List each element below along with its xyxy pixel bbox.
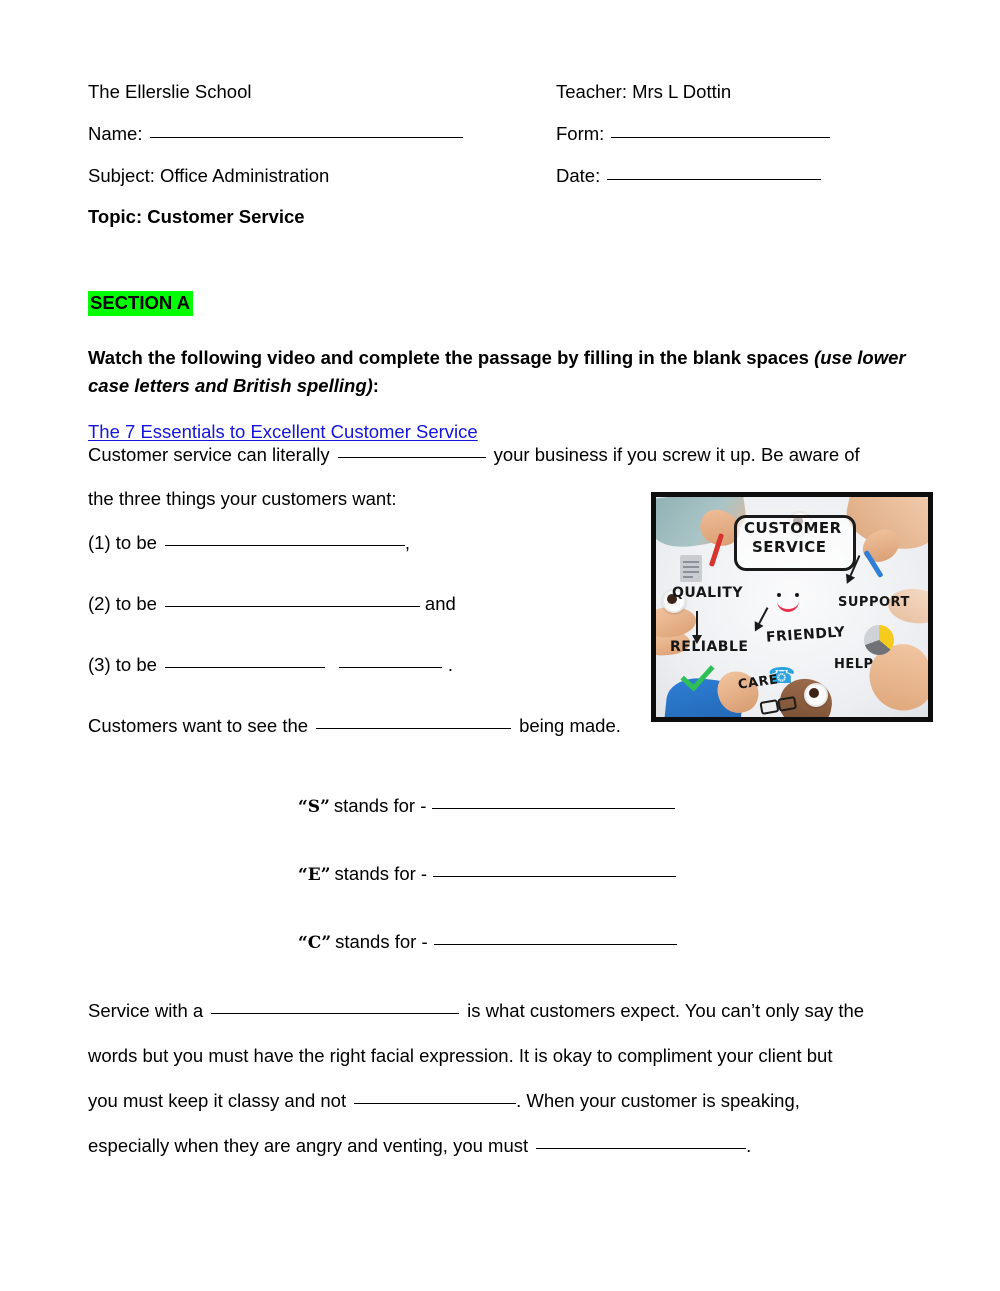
closing-l1-a: Service with a bbox=[88, 1000, 204, 1021]
blank-listen[interactable] bbox=[536, 1148, 747, 1149]
item1-trailing: , bbox=[404, 532, 411, 553]
item2-trailing: and bbox=[424, 593, 456, 614]
item3-label: (3) to be bbox=[88, 654, 157, 675]
passage-line-1: Customer service can literally your busi… bbox=[88, 444, 912, 488]
blank-item-3b[interactable] bbox=[338, 667, 442, 668]
closing-l3-b: . When your customer is speaking, bbox=[516, 1090, 800, 1111]
process-text-a: Customers want to see the bbox=[88, 715, 309, 736]
instructions-text: Watch the following video and complete t… bbox=[88, 344, 908, 399]
acronym-text-c: stands for - bbox=[335, 931, 428, 952]
instructions-tail: : bbox=[372, 374, 379, 396]
smiley-face-icon bbox=[774, 593, 804, 612]
date-label: Date: bbox=[556, 165, 601, 187]
whiteboard-surface: ☎ CUSTOMER SERVICE QUALITY SUPPORT RELIA… bbox=[656, 497, 928, 717]
closing-line-4: especially when they are angry and venti… bbox=[88, 1135, 928, 1180]
blank-acronym-e[interactable] bbox=[433, 876, 677, 877]
topic-text: Topic: Customer Service bbox=[88, 206, 305, 228]
subject-cell: Subject: Office Administration bbox=[88, 164, 556, 187]
document-icon bbox=[680, 555, 702, 582]
photo-word-customer: CUSTOMER bbox=[744, 519, 842, 537]
item2-label: (2) to be bbox=[88, 593, 157, 614]
acronym-row-c: “C” stands for - bbox=[88, 931, 912, 999]
photo-word-reliable: RELIABLE bbox=[670, 639, 749, 655]
process-text-b: being made. bbox=[519, 715, 621, 736]
passage-line1-text-a: Customer service can literally bbox=[88, 444, 330, 465]
header-row-school: The Ellerslie School Teacher: Mrs L Dott… bbox=[88, 80, 912, 103]
date-cell: Date: bbox=[556, 164, 822, 187]
name-label: Name: bbox=[88, 123, 143, 145]
closing-line-1: Service with a is what customers expect.… bbox=[88, 1000, 928, 1045]
coffee-cup-icon bbox=[804, 683, 828, 707]
blank-acronym-s[interactable] bbox=[432, 808, 676, 809]
photo-word-help: HELP bbox=[834, 657, 874, 672]
pie-chart-icon bbox=[864, 625, 894, 655]
blank-process[interactable] bbox=[316, 728, 512, 729]
acronym-block: “S” stands for - “E” stands for - “C” st… bbox=[88, 795, 912, 999]
teacher-name-cell: Teacher: Mrs L Dottin bbox=[556, 80, 731, 103]
section-a-heading: SECTION A bbox=[88, 291, 194, 317]
closing-l4-b: . bbox=[746, 1135, 752, 1156]
acronym-row-s: “S” stands for - bbox=[88, 795, 912, 863]
school-name: The Ellerslie School bbox=[88, 81, 252, 102]
blank-item-3a[interactable] bbox=[164, 667, 325, 668]
blank-destroy[interactable] bbox=[337, 457, 486, 458]
blank-acronym-c[interactable] bbox=[433, 944, 677, 945]
form-label: Form: bbox=[556, 123, 605, 145]
acronym-letter-s: “S” bbox=[298, 797, 330, 817]
closing-paragraph: Service with a is what customers expect.… bbox=[88, 1000, 928, 1180]
video-link[interactable]: The 7 Essentials to Excellent Customer S… bbox=[88, 421, 478, 443]
blank-item-2[interactable] bbox=[164, 606, 420, 607]
passage-process-line: Customers want to see the being made. bbox=[88, 715, 912, 767]
worksheet-page: The Ellerslie School Teacher: Mrs L Dott… bbox=[0, 0, 1000, 1291]
blank-item-1[interactable] bbox=[164, 545, 405, 546]
form-input-blank[interactable] bbox=[611, 137, 831, 139]
date-input-blank[interactable] bbox=[607, 179, 822, 181]
section-a-block: SECTION A Watch the following video and … bbox=[88, 291, 912, 443]
blank-smile[interactable] bbox=[211, 1013, 460, 1014]
subject-text: Subject: Office Administration bbox=[88, 165, 330, 187]
form-cell: Form: bbox=[556, 122, 831, 145]
closing-line-3: you must keep it classy and not . When y… bbox=[88, 1090, 928, 1135]
photo-word-support: SUPPORT bbox=[838, 595, 910, 610]
closing-l1-b: is what customers expect. You can’t only… bbox=[467, 1000, 865, 1021]
instructions-main: Watch the following video and complete t… bbox=[88, 347, 815, 369]
worksheet-header: The Ellerslie School Teacher: Mrs L Dott… bbox=[88, 80, 912, 228]
name-cell: Name: bbox=[88, 122, 556, 145]
glasses-icon bbox=[759, 695, 798, 716]
school-name-cell: The Ellerslie School bbox=[88, 80, 556, 103]
acronym-letter-c: “C” bbox=[298, 933, 332, 953]
acronym-text-e: stands for - bbox=[334, 863, 428, 884]
name-input-blank[interactable] bbox=[149, 137, 463, 139]
header-row-subject-date: Subject: Office Administration Date: bbox=[88, 164, 912, 187]
acronym-text-s: stands for - bbox=[333, 795, 427, 816]
photo-word-friendly: FRIENDLY bbox=[765, 624, 846, 646]
passage-line2-text: the three things your customers want: bbox=[88, 488, 397, 509]
customer-service-image: ☎ CUSTOMER SERVICE QUALITY SUPPORT RELIA… bbox=[651, 492, 933, 722]
photo-word-quality: QUALITY bbox=[672, 585, 743, 601]
item1-label: (1) to be bbox=[88, 532, 157, 553]
photo-word-service: SERVICE bbox=[752, 538, 827, 556]
header-row-name-form: Name: Form: bbox=[88, 122, 912, 145]
closing-l2: words but you must have the right facial… bbox=[88, 1045, 833, 1066]
closing-l3-a: you must keep it classy and not bbox=[88, 1090, 347, 1111]
closing-l4-a: especially when they are angry and venti… bbox=[88, 1135, 529, 1156]
acronym-row-e: “E” stands for - bbox=[88, 863, 912, 931]
teacher-name: Teacher: Mrs L Dottin bbox=[556, 81, 732, 102]
closing-line-2: words but you must have the right facial… bbox=[88, 1045, 928, 1090]
acronym-letter-e: “E” bbox=[298, 865, 331, 885]
blank-classy[interactable] bbox=[354, 1103, 517, 1104]
item3-trailing: . bbox=[447, 654, 454, 675]
passage-line1-text-b: your business if you screw it up. Be awa… bbox=[493, 444, 860, 465]
